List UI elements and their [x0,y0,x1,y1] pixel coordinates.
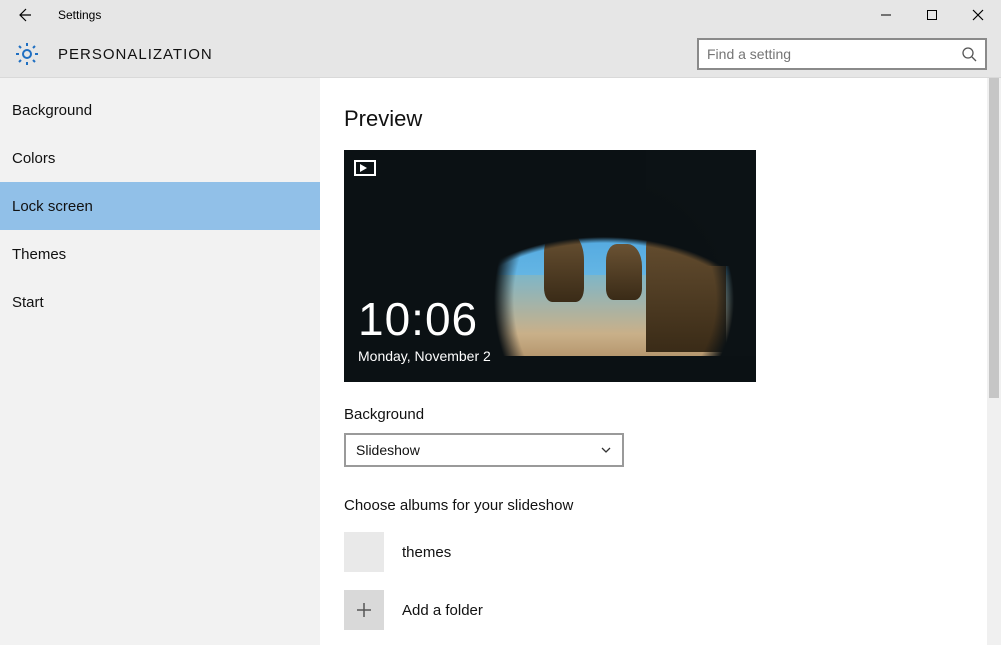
sidebar-item-colors[interactable]: Colors [0,134,320,182]
maximize-button[interactable] [909,0,955,30]
sidebar-item-themes[interactable]: Themes [0,230,320,278]
choose-albums-label: Choose albums for your slideshow [344,497,1001,514]
scrollbar-thumb[interactable] [989,78,999,398]
header-subrow: PERSONALIZATION [0,30,1001,78]
sidebar-item-label: Lock screen [12,198,93,215]
background-label: Background [344,406,1001,423]
album-item[interactable]: themes [344,532,1001,572]
minimize-icon [880,9,892,21]
sidebar-item-background[interactable]: Background [0,86,320,134]
search-box[interactable] [697,38,987,70]
slideshow-icon [354,160,376,176]
add-folder-label: Add a folder [402,602,483,619]
minimize-button[interactable] [863,0,909,30]
sidebar-item-label: Colors [12,150,55,167]
sidebar-item-lock-screen[interactable]: Lock screen [0,182,320,230]
arrow-left-icon [16,7,32,23]
maximize-icon [926,9,938,21]
search-icon [961,46,977,62]
sidebar-item-label: Themes [12,246,66,263]
settings-gear-icon [14,41,40,67]
titlebar: Settings [0,0,1001,30]
sidebar-item-label: Start [12,294,44,311]
header: Settings [0,0,1001,78]
close-button[interactable] [955,0,1001,30]
app-title: Settings [58,8,101,22]
sidebar-item-start[interactable]: Start [0,278,320,326]
back-button[interactable] [0,0,48,30]
lock-screen-date: Monday, November 2 [358,348,491,364]
search-input[interactable] [707,46,947,62]
section-title: PERSONALIZATION [58,46,213,63]
background-dropdown-value: Slideshow [356,442,420,458]
add-folder-button[interactable]: Add a folder [344,590,1001,630]
plus-icon [344,590,384,630]
vertical-scrollbar[interactable] [987,78,1001,645]
background-dropdown[interactable]: Slideshow [344,433,624,467]
album-label: themes [402,544,451,561]
lock-screen-preview: 10:06 Monday, November 2 [344,150,756,382]
content-pane: Preview 10:06 Monday, November 2 Backgro… [320,78,1001,645]
close-icon [972,9,984,21]
album-thumbnail [344,532,384,572]
window-controls [863,0,1001,30]
lock-screen-time: 10:06 [358,296,478,342]
sidebar: Background Colors Lock screen Themes Sta… [0,78,320,645]
chevron-down-icon [600,444,612,456]
sidebar-item-label: Background [12,102,92,119]
preview-heading: Preview [344,106,1001,132]
